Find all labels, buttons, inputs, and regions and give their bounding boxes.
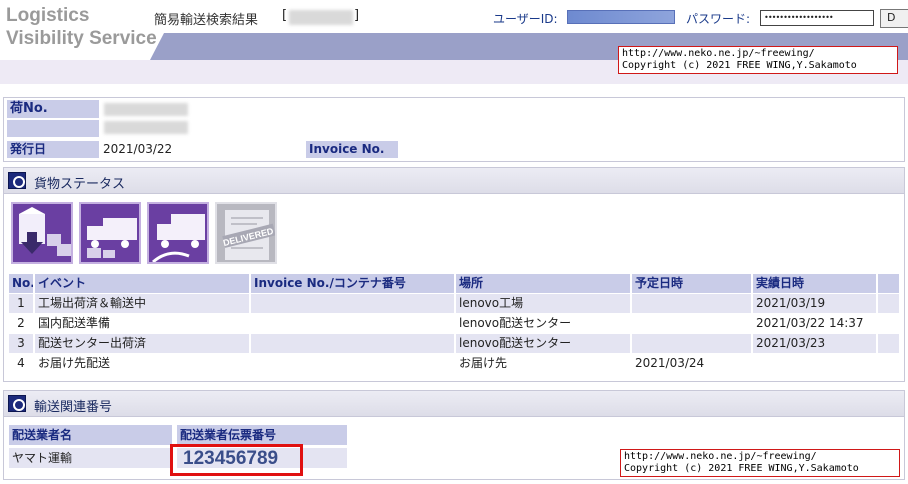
delivered-icon: DELIVERED: [215, 202, 277, 264]
bracket-open: [: [282, 8, 288, 23]
cargo-status-title: 貨物ステータス: [34, 177, 126, 192]
delivery-numbers-title: 輸送関連番号: [34, 400, 113, 415]
delivery-numbers-header: 輸送関連番号: [4, 391, 904, 417]
col-actual: 実績日時: [753, 274, 876, 293]
status-table-header: No. イベント Invoice No./コンテナ番号 場所 予定日時 実績日時: [9, 274, 899, 294]
invoice-number-label: Invoice No.: [306, 141, 398, 158]
col-event: イベント: [35, 274, 249, 293]
cargo-status-header: 貨物ステータス: [4, 168, 904, 194]
password-input[interactable]: ••••••••••••••••••: [760, 10, 874, 26]
service-logo: Logistics Visibility Service: [6, 5, 157, 49]
col-location: 場所: [456, 274, 630, 293]
bracket-close: ]: [354, 8, 360, 23]
password-label: パスワード:: [686, 12, 751, 26]
col-extra: [878, 274, 899, 293]
table-row: 2 国内配送準備 lenovo配送センター 2021/03/22 14:37: [9, 314, 899, 334]
copyright-notice-bottom: http://www.neko.ne.jp/~freewing/ Copyrig…: [620, 449, 900, 477]
domestic-prep-icon: [79, 202, 141, 264]
slip-number-header: 配送業者伝票番号: [177, 425, 347, 445]
issue-date-label: 発行日: [7, 141, 99, 158]
page-title: 簡易輸送検索結果: [154, 13, 259, 28]
login-button[interactable]: D: [880, 9, 908, 28]
col-no: No.: [9, 274, 33, 293]
col-invoice: Invoice No./コンテナ番号: [251, 274, 454, 293]
redacted-package-number-2: [104, 121, 188, 134]
table-row: 3 配送センター出荷済 lenovo配送センター 2021/03/23: [9, 334, 899, 354]
issue-date-value: 2021/03/22: [103, 142, 173, 156]
carrier-name: ヤマト運輸: [9, 448, 172, 468]
redacted-package-number: [104, 103, 188, 116]
package-number-label: 荷No.: [7, 100, 99, 118]
user-id-input[interactable]: [567, 10, 675, 24]
package-number-label-blank: [7, 120, 99, 137]
col-scheduled: 予定日時: [632, 274, 751, 293]
carrier-header: 配送業者名: [9, 425, 172, 445]
slip-number-highlight: [170, 444, 303, 476]
section-marker-icon: [8, 395, 26, 412]
cargo-status-panel: 貨物ステータス DELIVERED No. イベント Invoice No./コ…: [3, 167, 905, 382]
redacted-tracking-id: [289, 10, 353, 25]
table-row: 1 工場出荷済＆輸送中 lenovo工場 2021/03/19: [9, 294, 899, 314]
factory-shipping-icon: [11, 202, 73, 264]
section-marker-icon: [8, 172, 26, 189]
user-id-label: ユーザーID:: [493, 12, 558, 26]
shipment-info-panel: 荷No. 発行日 2021/03/22 Invoice No.: [3, 97, 905, 162]
table-row: 4 お届け先配送 お届け先 2021/03/24: [9, 354, 899, 374]
copyright-notice: http://www.neko.ne.jp/~freewing/ Copyrig…: [618, 46, 898, 74]
truck-departure-icon: [147, 202, 209, 264]
